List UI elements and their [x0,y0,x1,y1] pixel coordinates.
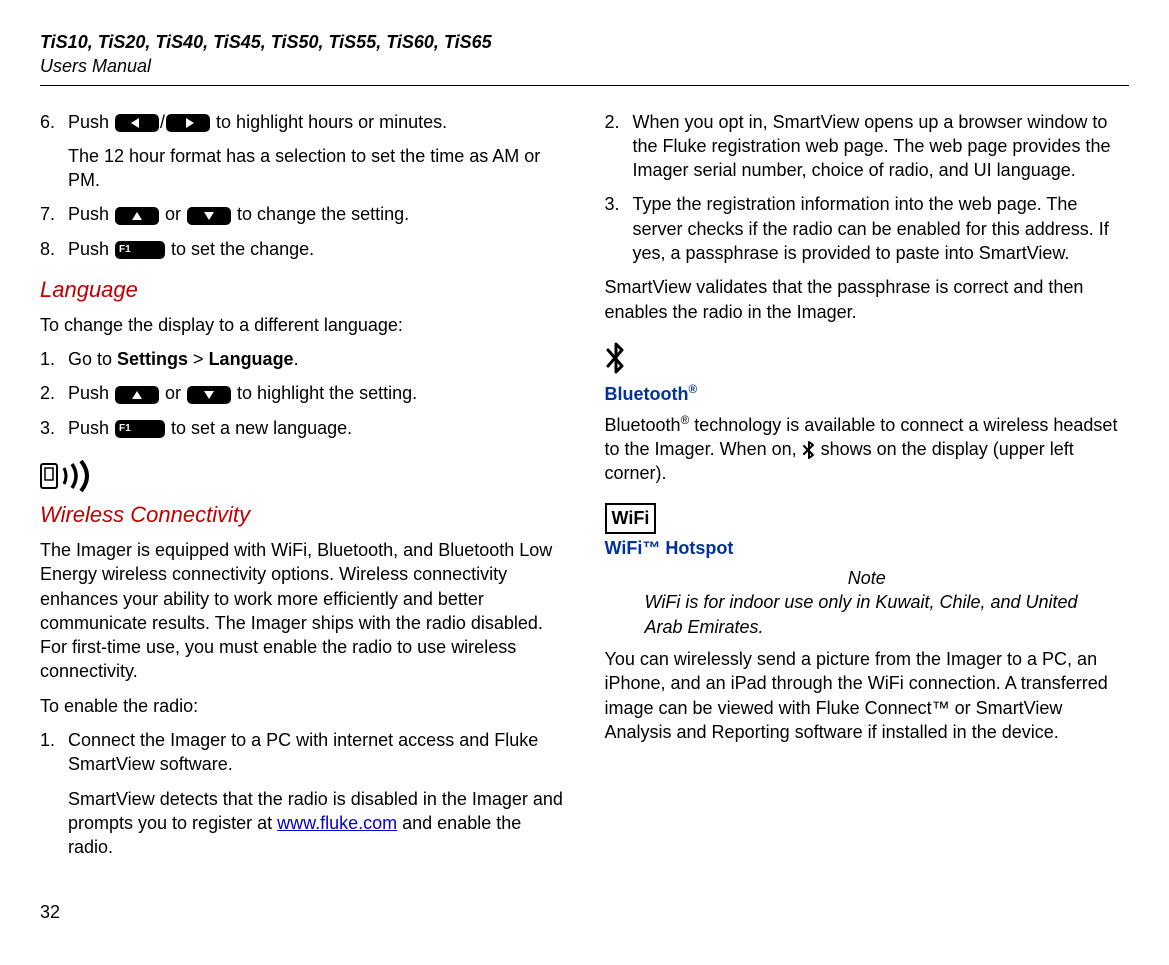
heading-wifi-hotspot: WiFi™ Hotspot [605,536,1130,560]
right-column: 2. When you opt in, SmartView opens up a… [605,110,1130,870]
up-arrow-key-icon [115,386,159,404]
step-body: Push F1 to set a new language. [68,416,565,440]
text: to highlight hours or minutes. [211,112,447,132]
down-arrow-key-icon [187,386,231,404]
bluetooth-para: Bluetooth® technology is available to co… [605,413,1130,486]
text: Push [68,418,114,438]
enable-step-1-note: SmartView detects that the radio is disa… [68,787,565,860]
f1-key-icon: F1 [115,420,165,438]
content-columns: 6. Push / to highlight hours or minutes.… [40,110,1129,870]
registered-mark: ® [681,414,690,427]
wifi-box: WiFi [605,503,657,533]
step-7: 7. Push or to change the setting. [40,202,565,226]
step-body: Connect the Imager to a PC with internet… [68,728,565,777]
right-arrow-key-icon [166,114,210,132]
note-title: Note [605,566,1130,590]
language-intro: To change the display to a different lan… [40,313,565,337]
page-number: 32 [40,900,1129,924]
header-product: TiS10, TiS20, TiS40, TiS45, TiS50, TiS55… [40,30,1129,54]
up-arrow-key-icon [115,207,159,225]
text: Bluetooth [605,384,689,404]
step-body: Push or to change the setting. [68,202,565,226]
heading-wireless: Wireless Connectivity [40,500,565,530]
step-6: 6. Push / to highlight hours or minutes. [40,110,565,134]
text: Push [68,112,114,132]
step-body: Type the registration information into t… [633,192,1130,265]
lang-step-1: 1. Go to Settings > Language. [40,347,565,371]
lang-step-3: 3. Push F1 to set a new language. [40,416,565,440]
step-num: 1. [40,347,68,371]
step-body: Push or to highlight the setting. [68,381,565,405]
step-num: 3. [605,192,633,265]
left-arrow-key-icon [115,114,159,132]
smartview-validate-para: SmartView validates that the passphrase … [605,275,1130,324]
text: to highlight the setting. [232,383,417,403]
text-bold: Settings [117,349,188,369]
step-body: When you opt in, SmartView opens up a br… [633,110,1130,183]
step-num: 6. [40,110,68,134]
text: / [160,112,165,132]
page-header: TiS10, TiS20, TiS40, TiS45, TiS50, TiS55… [40,30,1129,86]
lang-step-2: 2. Push or to highlight the setting. [40,381,565,405]
bluetooth-inline-icon [802,441,816,459]
wireless-icon [40,458,565,498]
text: Bluetooth [605,415,681,435]
step-6-note: The 12 hour format has a selection to se… [68,144,565,193]
note-body: WiFi is for indoor use only in Kuwait, C… [645,590,1120,639]
step-num: 2. [40,381,68,405]
enable-step-1: 1. Connect the Imager to a PC with inter… [40,728,565,777]
step-body: Go to Settings > Language. [68,347,565,371]
bluetooth-icon [605,342,1130,380]
text: to change the setting. [232,204,409,224]
text: or [160,204,186,224]
heading-bluetooth: Bluetooth® [605,382,1130,406]
f1-key-icon: F1 [115,241,165,259]
step-num: 2. [605,110,633,183]
text: Push [68,383,114,403]
text-bold: Language [209,349,294,369]
down-arrow-key-icon [187,207,231,225]
enable-step-3: 3. Type the registration information int… [605,192,1130,265]
enable-step-2: 2. When you opt in, SmartView opens up a… [605,110,1130,183]
step-body: Push F1 to set the change. [68,237,565,261]
fluke-link[interactable]: www.fluke.com [277,813,397,833]
text: Go to [68,349,117,369]
registered-mark: ® [688,383,697,396]
step-8: 8. Push F1 to set the change. [40,237,565,261]
text: Push [68,239,114,259]
wifi-label-icon: WiFi [605,503,1130,533]
step-body: Push / to highlight hours or minutes. [68,110,565,134]
heading-language: Language [40,275,565,305]
step-num: 7. [40,202,68,226]
step-num: 1. [40,728,68,777]
wifi-para: You can wirelessly send a picture from t… [605,647,1130,744]
text: > [188,349,209,369]
enable-intro: To enable the radio: [40,694,565,718]
text: to set a new language. [166,418,352,438]
text: to set the change. [166,239,314,259]
text: Push [68,204,114,224]
header-sub: Users Manual [40,54,1129,78]
step-num: 8. [40,237,68,261]
text: . [294,349,299,369]
text: or [160,383,186,403]
step-num: 3. [40,416,68,440]
left-column: 6. Push / to highlight hours or minutes.… [40,110,565,870]
wireless-para: The Imager is equipped with WiFi, Blueto… [40,538,565,684]
